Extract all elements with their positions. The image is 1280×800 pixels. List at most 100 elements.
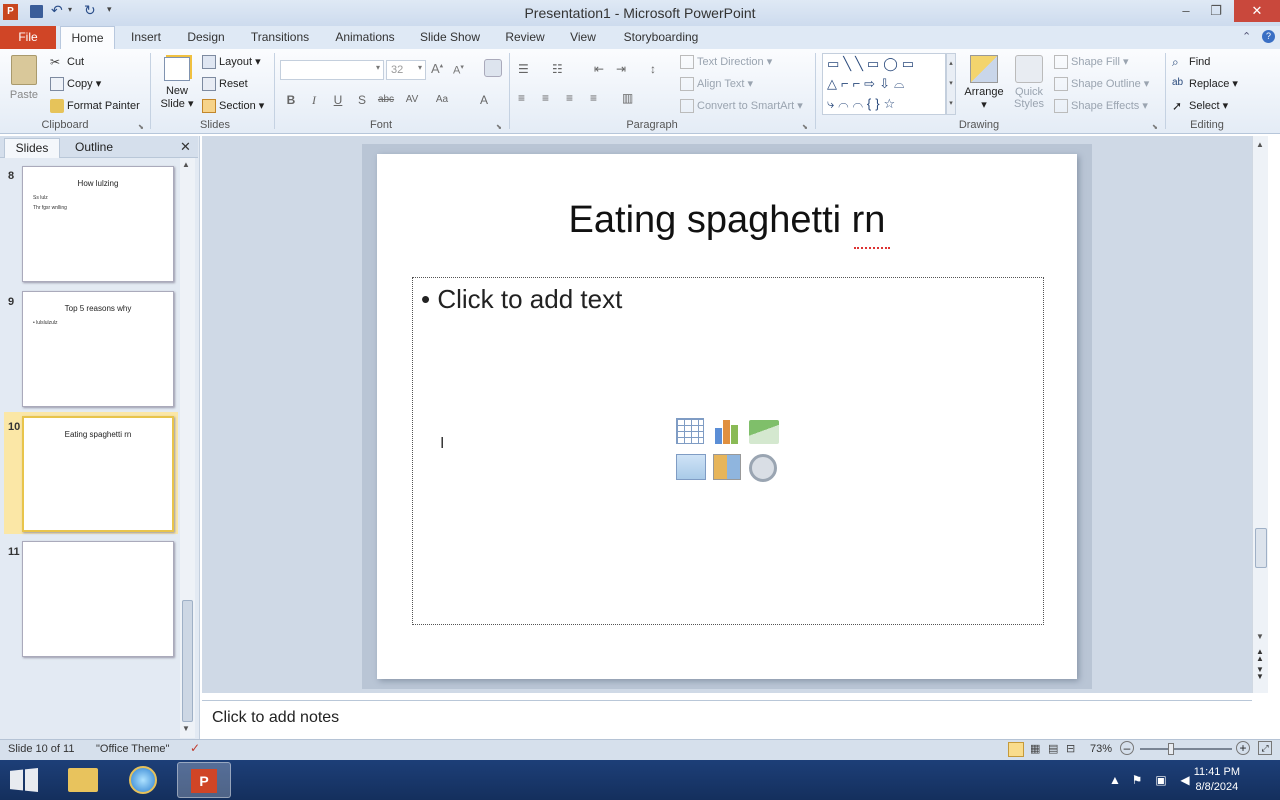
scroll-down-icon[interactable]: ▼ [1256,632,1264,641]
tab-home[interactable]: Home [60,26,115,49]
powerpoint-taskbar-icon[interactable]: P [177,762,231,798]
notes-pane[interactable]: Click to add notes [202,700,1252,738]
clear-formatting-icon[interactable] [484,59,502,77]
underline-icon[interactable]: U [328,91,348,109]
tab-file[interactable]: File [0,26,56,49]
bold-icon[interactable]: B [281,91,301,109]
scroll-thumb[interactable] [182,600,193,722]
normal-view-icon[interactable] [1008,742,1024,757]
zoom-slider-thumb[interactable] [1168,743,1174,755]
notes-placeholder[interactable]: Click to add notes [212,709,339,727]
center-icon[interactable]: ≡ [542,91,549,105]
slide-thumbnail-11[interactable] [22,541,174,657]
slide-thumbnail-10[interactable]: Eating spaghetti rn [22,416,174,532]
bullet-placeholder-text[interactable]: • Click to add text [421,284,622,315]
shape-effects-button[interactable]: Shape Effects ▾ [1054,99,1148,114]
align-left-icon[interactable]: ≡ [518,91,525,105]
copy-button[interactable]: Copy ▾ [50,77,101,92]
shape-fill-button[interactable]: Shape Fill ▾ [1054,55,1129,70]
align-text-button[interactable]: Align Text ▾ [680,77,753,92]
slides-pane-scrollbar[interactable]: ▲ ▼ [180,158,195,738]
insert-media-icon[interactable] [749,454,777,482]
tab-animations[interactable]: Animations [330,26,400,49]
new-slide-button[interactable]: New Slide ▾ [158,53,196,115]
reading-view-icon[interactable]: ▤ [1048,742,1058,755]
text-direction-button[interactable]: Text Direction ▾ [680,55,772,70]
layout-button[interactable]: Layout ▾ [202,55,261,70]
shape-outline-button[interactable]: Shape Outline ▾ [1054,77,1149,92]
network-icon[interactable]: ▣ [1154,773,1168,787]
shrink-font-icon[interactable]: A▾ [453,63,464,77]
shapes-gallery[interactable]: ▭╲╲▭◯▭ △⌐⌐⇨⇩⌓ ⤷⌒⌒{}☆ [822,53,946,115]
tab-review[interactable]: Review [500,26,550,49]
drawing-dialog-launcher-icon[interactable]: ⬊ [1152,123,1158,131]
justify-icon[interactable]: ≡ [590,91,597,105]
help-minimize-ribbon-icon[interactable]: ⌃ [1242,30,1251,43]
select-button[interactable]: ➚ Select ▾ [1172,99,1228,113]
arrange-button[interactable]: Arrange ▾ [962,53,1006,111]
slide-thumbnail-8[interactable]: How lulzing Ss lulz Thr fgsr wnlling [22,166,174,282]
quick-styles-button[interactable]: Quick Styles [1010,53,1048,110]
insert-chart-icon[interactable] [713,418,741,444]
scroll-up-icon[interactable]: ▲ [182,160,190,169]
paste-button[interactable]: Paste [6,53,42,109]
spell-check-icon[interactable]: ✓ [190,741,200,755]
system-clock[interactable]: 11:41 PM 8/8/2024 [1194,765,1240,795]
tab-insert[interactable]: Insert [124,26,168,49]
action-center-flag-icon[interactable]: ⚑ [1130,773,1144,787]
reset-button[interactable]: Reset [202,77,248,91]
format-painter-button[interactable]: Format Painter [50,99,140,113]
scroll-down-icon[interactable]: ▼ [182,724,190,733]
slide-title[interactable]: Eating spaghetti rn [377,199,1077,242]
decrease-indent-icon[interactable]: ⇤ [594,62,604,76]
convert-smartart-button[interactable]: Convert to SmartArt ▾ [680,99,803,114]
file-explorer-icon[interactable] [56,762,110,798]
replace-button[interactable]: ab Replace ▾ [1172,77,1238,91]
close-pane-icon[interactable]: ✕ [180,139,191,155]
scroll-thumb[interactable] [1255,528,1267,568]
insert-table-icon[interactable] [676,418,704,444]
previous-slide-icon[interactable]: ▲ ▲ [1256,648,1264,663]
slide-thumbnail-9[interactable]: Top 5 reasons why • lulslulzulz [22,291,174,407]
increase-indent-icon[interactable]: ⇥ [616,62,626,76]
align-right-icon[interactable]: ≡ [566,91,573,105]
italic-icon[interactable]: I [304,91,324,109]
content-placeholder[interactable]: • Click to add text [412,277,1044,625]
character-spacing-icon[interactable]: AV [402,91,422,109]
tab-slide-show[interactable]: Slide Show [414,26,486,49]
tab-outline-pane[interactable]: Outline [62,138,126,158]
insert-picture-icon[interactable] [676,454,706,480]
zoom-slider[interactable] [1140,748,1232,750]
minimize-icon[interactable]: – [1172,0,1200,22]
tab-storyboarding[interactable]: Storyboarding [616,26,706,49]
zoom-out-icon[interactable]: – [1120,741,1134,755]
help-icon[interactable]: ? [1262,30,1275,43]
slide-show-view-icon[interactable]: ⊟ [1066,742,1075,755]
font-size-combobox[interactable]: 32 ▾ [386,60,426,80]
shapes-gallery-more-icon[interactable]: ▴ ▾ ▾ [946,53,956,115]
zoom-in-icon[interactable]: + [1236,741,1250,755]
grow-font-icon[interactable]: A▴ [431,61,443,76]
line-spacing-icon[interactable]: ↕ [650,62,656,76]
columns-icon[interactable]: ▥ [622,91,633,105]
section-button[interactable]: Section ▾ [202,99,264,114]
font-name-combobox[interactable]: ▾ [280,60,384,80]
numbering-icon[interactable]: ☷ [552,62,563,76]
fit-slide-icon[interactable]: ⤢ [1258,741,1272,755]
font-dialog-launcher-icon[interactable]: ⬊ [496,123,502,131]
theme-name[interactable]: "Office Theme" [96,743,169,755]
font-color-icon[interactable]: A [474,91,494,109]
slide-sorter-icon[interactable]: ▦ [1030,742,1040,755]
paragraph-dialog-launcher-icon[interactable]: ⬊ [802,123,808,131]
tab-slides-pane[interactable]: Slides [4,138,60,158]
cut-button[interactable]: ✂ Cut [50,55,84,69]
insert-clip-art-icon[interactable] [713,454,741,480]
change-case-icon[interactable]: Aa [432,91,452,109]
slide-vertical-scrollbar[interactable]: ▲ ▼ ▲ ▲ ▼ ▼ [1252,136,1268,693]
internet-explorer-icon[interactable] [116,762,170,798]
close-window-icon[interactable]: ✕ [1234,0,1280,22]
tab-transitions[interactable]: Transitions [244,26,316,49]
clipboard-dialog-launcher-icon[interactable]: ⬊ [138,123,144,131]
bullets-icon[interactable]: ☰ [518,62,529,76]
find-button[interactable]: ⌕ Find [1172,55,1210,69]
